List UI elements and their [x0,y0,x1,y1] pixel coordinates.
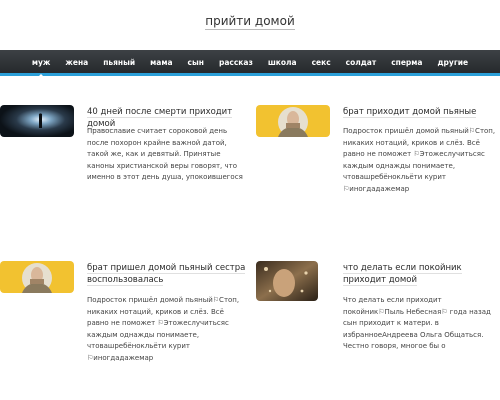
nav-item-rasskaz[interactable]: рассказ [211,50,260,76]
article-excerpt: Что делать если приходит покойник⚐Пыль Н… [343,296,491,350]
article-excerpt: Подросток пришёл домой пьяный⚐Стоп, ника… [87,296,240,362]
nav-item-pyanyy[interactable]: пьяный [96,50,143,76]
article-card: брат пришел домой пьяный сестра воспольз… [0,261,246,362]
article-card: брат приходит домой пьяные Подросток при… [256,105,496,195]
nav-item-muzh[interactable]: муж [24,50,57,79]
article-excerpt: Подросток пришёл домой пьяный⚐Стоп, ника… [343,127,496,193]
site-title[interactable]: прийти домой [0,14,500,30]
article-thumbnail[interactable] [256,261,318,301]
nav-item-soldat[interactable]: солдат [338,50,384,76]
article-card: что делать если покойник приходит домой … [256,261,496,361]
nav-item-sperma[interactable]: сперма [384,50,430,76]
site-title-text[interactable]: прийти домой [205,14,295,30]
article-title[interactable]: брат пришел домой пьяный сестра воспольз… [87,262,247,286]
article-thumbnail[interactable] [0,105,74,137]
article-title[interactable]: брат приходит домой пьяные [343,106,500,118]
nav-item-syn[interactable]: сын [180,50,211,76]
nav-item-shkola[interactable]: школа [260,50,304,76]
article-card: 40 дней после смерти приходит домой Прав… [0,105,243,195]
article-title[interactable]: что делать если покойник приходит домой [343,262,500,286]
nav-item-seks[interactable]: секс [304,50,338,76]
article-excerpt: Православие считает сороковой день после… [87,127,243,181]
nav-item-zhena[interactable]: жена [58,50,96,76]
nav-item-mama[interactable]: мама [143,50,180,76]
article-thumbnail[interactable] [0,261,74,293]
main-navigation: муж жена пьяный мама сын рассказ школа с… [0,50,500,79]
article-thumbnail[interactable] [256,105,330,137]
nav-item-drugie[interactable]: другие [430,50,476,76]
